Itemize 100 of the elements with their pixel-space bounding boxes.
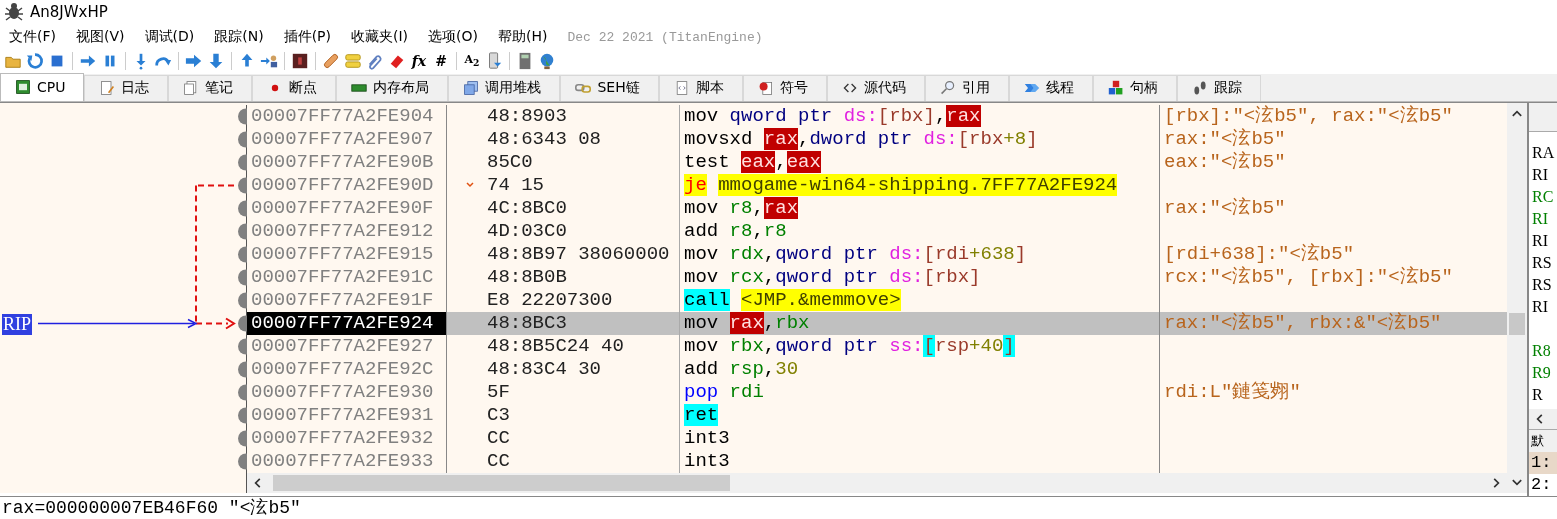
address-cell: 00007FF77A2FE932 xyxy=(247,427,447,450)
tab[interactable]: 默 xyxy=(1529,429,1557,452)
tab[interactable]: 日志 xyxy=(84,75,169,101)
scroll-thumb[interactable] xyxy=(273,475,730,491)
bytes-cell: C3 xyxy=(487,404,510,427)
bytes-cell: E8 22207300 xyxy=(487,289,613,312)
address-cell: 00007FF77A2FE933 xyxy=(247,450,447,473)
tab[interactable]: 源代码 xyxy=(826,75,925,101)
instruction-cell: add r8,r8 xyxy=(684,220,787,242)
address-cell: 00007FF77A2FE91F xyxy=(247,289,447,312)
blocks-icon xyxy=(1107,80,1124,97)
window-title: An8JWxHP xyxy=(30,3,108,22)
address-cell: 00007FF77A2FE90D xyxy=(247,174,447,197)
restart-icon[interactable] xyxy=(26,51,44,70)
comment-cell: rax:"<泫b5", rbx:&"<泫b5" xyxy=(1164,312,1442,334)
instruction-cell: mov r8,rax xyxy=(684,197,799,219)
menu-item[interactable]: 选项(O) xyxy=(428,28,478,47)
menu-item[interactable]: 调试(D) xyxy=(144,28,195,47)
register-name: RC xyxy=(1532,186,1555,207)
script-icon[interactable] xyxy=(291,51,309,70)
horizontal-scrollbar[interactable] xyxy=(247,473,1507,493)
comment-cell: [rbx]:"<泫b5", rax:"<泫b5" xyxy=(1164,105,1453,127)
bytes-cell: 5F xyxy=(487,381,510,404)
menu-item[interactable]: 插件(P) xyxy=(283,28,331,47)
address-cell: 00007FF77A2FE927 xyxy=(247,335,447,358)
register-name: R9 xyxy=(1532,362,1552,383)
comment-cell: rdi:L"鏈笺翙" xyxy=(1164,381,1301,403)
tab[interactable]: 线程 xyxy=(1008,75,1093,101)
notepad-icon xyxy=(99,80,116,97)
tab[interactable]: SEH链 xyxy=(560,75,659,101)
bytes-cell: 48:8B0B xyxy=(487,266,567,289)
bytes-cell: 48:8903 xyxy=(487,105,567,128)
menu-item[interactable]: 跟踪(N) xyxy=(214,28,264,47)
bytes-cell: CC xyxy=(487,450,510,473)
address-cell: 00007FF77A2FE912 xyxy=(247,220,447,243)
instruction-cell: int3 xyxy=(684,450,730,472)
comment-cell: rax:"<泫b5" xyxy=(1164,128,1286,150)
tab[interactable]: 跟踪 xyxy=(1176,75,1261,101)
address-cell: 00007FF77A2FE904 xyxy=(247,105,447,128)
scroll-thumb[interactable] xyxy=(1509,313,1525,335)
stack-row[interactable]: 2: xyxy=(1529,474,1557,496)
toolbar-button[interactable]: A$_{2}$ xyxy=(463,53,481,69)
chip-icon xyxy=(15,79,31,96)
tab[interactable]: 脚本 xyxy=(658,75,743,101)
tab[interactable]: CPU xyxy=(0,73,85,101)
register-name: RI xyxy=(1532,230,1549,251)
instruction-cell: pop rdi xyxy=(684,381,764,403)
tab[interactable]: 笔记 xyxy=(168,75,253,101)
bytes-cell: 48:8B5C24 40 xyxy=(487,335,624,358)
toolbar-button[interactable]: # xyxy=(432,52,450,69)
address-cell: 00007FF77A2FE924 xyxy=(247,312,447,335)
instruction-cell: test eax,eax xyxy=(684,151,821,173)
address-cell: 00007FF77A2FE90B xyxy=(247,151,447,174)
address-cell: 00007FF77A2FE931 xyxy=(247,404,447,427)
instruction-cell: mov rbx,qword ptr ss:[rsp+40] xyxy=(684,335,1015,357)
menu-item[interactable]: 收藏夹(I) xyxy=(351,28,409,47)
address-cell: 00007FF77A2FE930 xyxy=(247,381,447,404)
register-name: RI xyxy=(1532,164,1549,185)
comment-cell: rax:"<泫b5" xyxy=(1164,197,1286,219)
tab[interactable]: 断点 xyxy=(252,75,337,101)
horizontal-scrollbar[interactable] xyxy=(1529,409,1557,429)
tab[interactable]: 句柄 xyxy=(1092,75,1177,101)
bytes-cell: 48:8BC3 xyxy=(487,312,567,335)
comment-icon[interactable] xyxy=(344,51,362,70)
register-name: RI xyxy=(1532,296,1549,317)
instruction-cell: add rsp,30 xyxy=(684,358,799,380)
build-info: Dec 22 2021 (TitanEngine) xyxy=(567,29,763,45)
rip-label: RIP xyxy=(2,314,32,335)
globe-icon[interactable] xyxy=(538,51,556,70)
toolbar-button[interactable]: fx xyxy=(410,52,428,69)
instruction-cell: mov rdx,qword ptr ds:[rdi+638] xyxy=(684,243,1027,265)
magnifier-icon xyxy=(939,80,956,97)
comment-cell: [rdi+638]:"<泫b5" xyxy=(1164,243,1355,265)
bug-icon xyxy=(4,2,24,23)
menu-item[interactable]: 帮助(H) xyxy=(498,28,548,47)
register-name: RS xyxy=(1532,252,1553,273)
instruction-cell: mov rcx,qword ptr ds:[rbx] xyxy=(684,266,981,288)
address-cell: 00007FF77A2FE91C xyxy=(247,266,447,289)
address-cell: 00007FF77A2FE915 xyxy=(247,243,447,266)
register-name: RA xyxy=(1532,142,1556,163)
instruction-cell: call <JMP.&memmove> xyxy=(684,289,901,311)
register-name: R8 xyxy=(1532,340,1552,361)
stack-row[interactable]: 1: xyxy=(1529,452,1557,474)
bytes-cell: 48:6343 08 xyxy=(487,128,602,151)
trace-over-icon[interactable] xyxy=(207,51,225,70)
menu-item[interactable]: 文件(F) xyxy=(9,28,56,47)
tab[interactable]: 内存布局 xyxy=(336,75,449,101)
stacked-squares-icon xyxy=(463,80,480,97)
ball-document-icon xyxy=(757,80,774,97)
register-name: RI xyxy=(1532,208,1549,229)
register-name: R xyxy=(1532,384,1544,405)
tab[interactable]: 符号 xyxy=(742,75,827,101)
menu-item[interactable]: 视图(V) xyxy=(76,28,125,47)
tab[interactable]: 调用堆栈 xyxy=(448,75,561,101)
tab[interactable]: 引用 xyxy=(924,75,1009,101)
footprints-icon xyxy=(1191,80,1208,97)
instruction-cell: ret xyxy=(684,404,719,426)
vertical-scrollbar[interactable] xyxy=(1507,103,1527,493)
comment-cell: eax:"<泫b5" xyxy=(1164,151,1286,173)
instruction-cell: movsxd rax,dword ptr ds:[rbx+8] xyxy=(684,128,1038,150)
